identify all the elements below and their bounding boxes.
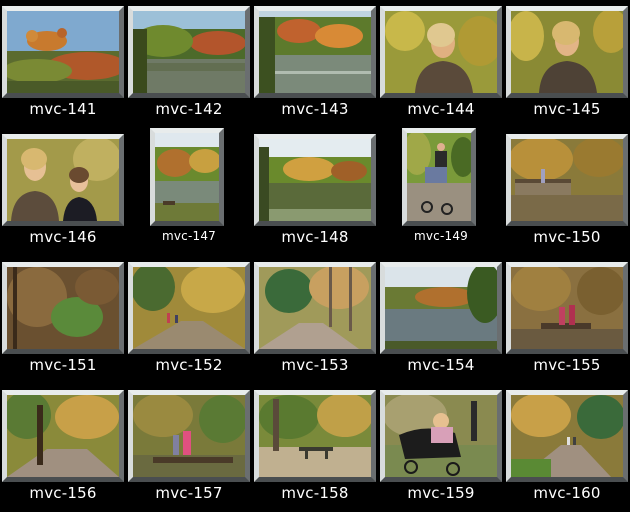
thumbnail-cell-154[interactable]: mvc-154 (378, 256, 504, 384)
thumbnail-label[interactable]: mvc-156 (0, 484, 126, 502)
thumbnail-cell-152[interactable]: mvc-152 (126, 256, 252, 384)
photo-thumbnail-159[interactable] (380, 390, 502, 482)
photo-thumbnail-146[interactable] (2, 134, 124, 226)
thumbnail-cell-157[interactable]: mvc-157 (126, 384, 252, 512)
photo-thumbnail-155[interactable] (506, 262, 628, 354)
photo-thumbnail-148[interactable] (254, 134, 376, 226)
photo-thumbnail-144[interactable] (380, 6, 502, 98)
photo-thumbnail-156[interactable] (2, 390, 124, 482)
thumbnail-cell-151[interactable]: mvc-151 (0, 256, 126, 384)
thumbnail-label[interactable]: mvc-152 (126, 356, 252, 374)
thumbnail-label[interactable]: mvc-153 (252, 356, 378, 374)
thumbnail-cell-144[interactable]: mvc-144 (378, 0, 504, 128)
thumbnail-cell-149[interactable]: mvc-149 (378, 128, 504, 256)
photo-thumbnail-147[interactable] (150, 128, 224, 226)
thumbnail-cell-146[interactable]: mvc-146 (0, 128, 126, 256)
photo-thumbnail-160[interactable] (506, 390, 628, 482)
thumbnail-cell-142[interactable]: mvc-142 (126, 0, 252, 128)
thumbnail-cell-147[interactable]: mvc-147 (126, 128, 252, 256)
thumbnail-label[interactable]: mvc-141 (0, 100, 126, 118)
thumbnail-label[interactable]: mvc-144 (378, 100, 504, 118)
photo-thumbnail-149[interactable] (402, 128, 476, 226)
photo-thumbnail-157[interactable] (128, 390, 250, 482)
thumbnail-label[interactable]: mvc-157 (126, 484, 252, 502)
thumbnail-label[interactable]: mvc-151 (0, 356, 126, 374)
photo-thumbnail-151[interactable] (2, 262, 124, 354)
thumbnail-cell-155[interactable]: mvc-155 (504, 256, 630, 384)
thumbnail-cell-141[interactable]: mvc-141 (0, 0, 126, 128)
photo-thumbnail-150[interactable] (506, 134, 628, 226)
photo-thumbnail-152[interactable] (128, 262, 250, 354)
thumbnail-label[interactable]: mvc-147 (126, 229, 252, 243)
thumbnail-label[interactable]: mvc-155 (504, 356, 630, 374)
thumbnail-cell-148[interactable]: mvc-148 (252, 128, 378, 256)
photo-thumbnail-141[interactable] (2, 6, 124, 98)
photo-thumbnail-142[interactable] (128, 6, 250, 98)
thumbnail-label[interactable]: mvc-143 (252, 100, 378, 118)
thumbnail-label[interactable]: mvc-142 (126, 100, 252, 118)
photo-thumbnail-145[interactable] (506, 6, 628, 98)
thumbnail-cell-153[interactable]: mvc-153 (252, 256, 378, 384)
photo-thumbnail-143[interactable] (254, 6, 376, 98)
thumbnail-cell-150[interactable]: mvc-150 (504, 128, 630, 256)
thumbnail-label[interactable]: mvc-148 (252, 228, 378, 246)
thumbnail-cell-159[interactable]: mvc-159 (378, 384, 504, 512)
thumbnail-label[interactable]: mvc-158 (252, 484, 378, 502)
thumbnail-cell-143[interactable]: mvc-143 (252, 0, 378, 128)
photo-thumbnail-158[interactable] (254, 390, 376, 482)
thumbnail-label[interactable]: mvc-159 (378, 484, 504, 502)
thumbnail-label[interactable]: mvc-149 (378, 229, 504, 243)
photo-thumbnail-153[interactable] (254, 262, 376, 354)
photo-thumbnail-154[interactable] (380, 262, 502, 354)
thumbnail-cell-145[interactable]: mvc-145 (504, 0, 630, 128)
thumbnail-label[interactable]: mvc-154 (378, 356, 504, 374)
thumbnail-label[interactable]: mvc-160 (504, 484, 630, 502)
thumbnail-cell-160[interactable]: mvc-160 (504, 384, 630, 512)
thumbnail-label[interactable]: mvc-145 (504, 100, 630, 118)
thumbnail-grid: mvc-141 mvc-142 mvc-143 mvc-144 mvc-145 … (0, 0, 630, 512)
thumbnail-label[interactable]: mvc-150 (504, 228, 630, 246)
thumbnail-label[interactable]: mvc-146 (0, 228, 126, 246)
thumbnail-cell-156[interactable]: mvc-156 (0, 384, 126, 512)
thumbnail-cell-158[interactable]: mvc-158 (252, 384, 378, 512)
